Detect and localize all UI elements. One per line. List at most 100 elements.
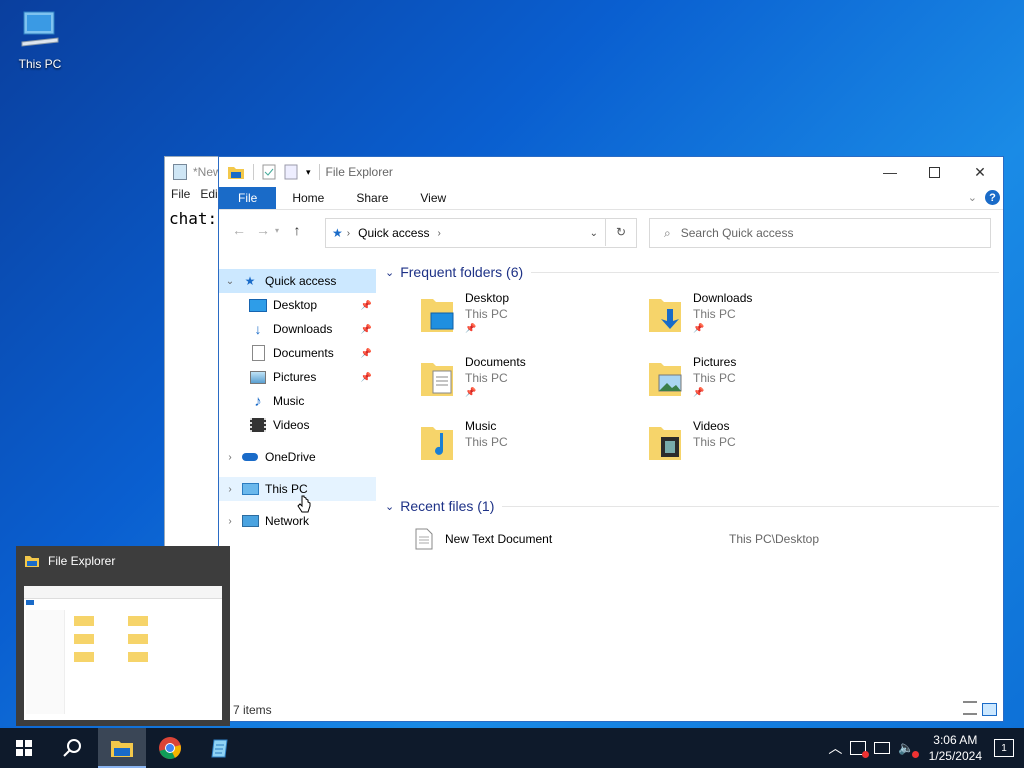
desktop-icon: [249, 297, 267, 313]
forward-button[interactable]: →: [251, 222, 275, 238]
frequent-folders-header[interactable]: ⌄ Frequent folders (6): [385, 261, 999, 283]
chevron-right-icon[interactable]: ›: [219, 484, 241, 495]
address-dropdown-icon[interactable]: ⌄: [590, 228, 598, 239]
chevron-down-icon[interactable]: ⌄: [385, 500, 394, 513]
taskbar-file-explorer[interactable]: [98, 728, 146, 768]
desktop-icon-this-pc[interactable]: This PC: [12, 8, 68, 71]
pin-icon: 📌: [693, 323, 705, 333]
folder-tile-pictures[interactable]: Pictures This PC 📌: [647, 355, 847, 415]
breadcrumb-quick-access[interactable]: Quick access: [358, 226, 429, 240]
file-explorer-window[interactable]: ▾ File Explorer — ✕ File Home Share View…: [218, 156, 1004, 722]
recent-file-row[interactable]: New Text Document This PC\Desktop: [415, 527, 995, 551]
content-pane: ⌄ Frequent folders (6) Desktop This PC 📌 D…: [385, 261, 999, 691]
folder-location: This PC: [465, 435, 508, 449]
tab-view[interactable]: View: [404, 187, 462, 209]
pin-icon[interactable]: 📌: [361, 372, 372, 383]
document-icon: [249, 345, 267, 361]
chevron-down-icon[interactable]: ⌄: [219, 276, 241, 287]
back-button[interactable]: ←: [227, 222, 251, 238]
folder-tile-downloads[interactable]: Downloads This PC 📌: [647, 291, 847, 351]
taskbar-chrome[interactable]: [146, 728, 194, 768]
nav-item-documents[interactable]: Documents 📌: [219, 341, 376, 365]
nav-item-pictures[interactable]: Pictures 📌: [219, 365, 376, 389]
desktop-icon-label: This PC: [18, 57, 62, 71]
notepad-icon: [173, 164, 187, 180]
up-button[interactable]: ↑: [285, 222, 309, 238]
maximize-button[interactable]: [911, 157, 957, 187]
taskbar-notepad[interactable]: [196, 728, 244, 768]
tab-share[interactable]: Share: [340, 187, 404, 209]
recent-files-heading: Recent files (1): [400, 498, 495, 514]
security-alert-icon[interactable]: [850, 741, 870, 758]
tab-home[interactable]: Home: [276, 187, 340, 209]
explorer-titlebar[interactable]: ▾ File Explorer — ✕: [219, 157, 1003, 187]
properties-icon[interactable]: [262, 164, 276, 180]
large-icons-view-icon[interactable]: [982, 703, 997, 716]
recent-file-name: New Text Document: [445, 532, 553, 546]
nav-item-videos[interactable]: Videos: [219, 413, 376, 437]
recent-locations-icon[interactable]: ▾: [275, 226, 279, 235]
details-view-icon[interactable]: [963, 701, 977, 715]
search-icon: [63, 739, 81, 757]
folder-location: This PC: [693, 371, 736, 385]
volume-muted-icon[interactable]: 🔈: [898, 740, 919, 758]
nav-quick-access[interactable]: ⌄ ★ Quick access: [219, 269, 376, 293]
nav-label: Downloads: [273, 322, 333, 336]
chevron-down-icon[interactable]: ⌄: [385, 266, 394, 279]
qat-dropdown-icon[interactable]: ▾: [306, 167, 311, 178]
new-folder-icon[interactable]: [284, 164, 298, 180]
folder-tile-desktop[interactable]: Desktop This PC 📌: [419, 291, 619, 351]
taskbar-preview-card[interactable]: File Explorer: [16, 546, 230, 726]
search-button[interactable]: [48, 728, 96, 768]
folder-location: This PC: [693, 435, 736, 449]
text-file-icon: [415, 528, 433, 550]
notepad-menu-file[interactable]: File: [171, 187, 190, 207]
music-folder-icon: [421, 427, 453, 460]
status-bar-item-count: 7 items: [233, 703, 272, 717]
search-input[interactable]: Search Quick access: [681, 226, 794, 240]
chrome-icon: [159, 737, 181, 759]
folder-tile-documents[interactable]: Documents This PC 📌: [419, 355, 619, 415]
folder-tile-videos[interactable]: Videos This PC: [647, 419, 847, 479]
recent-files-header[interactable]: ⌄ Recent files (1): [385, 495, 999, 517]
file-explorer-icon: [111, 741, 133, 757]
file-explorer-icon: [25, 556, 39, 567]
breadcrumb-chevron-icon[interactable]: ›: [437, 228, 440, 239]
start-button[interactable]: [0, 728, 48, 768]
tab-file[interactable]: File: [219, 187, 277, 209]
folder-tile-music[interactable]: Music This PC: [419, 419, 619, 479]
network-icon[interactable]: [874, 742, 891, 754]
minimize-icon: —: [883, 164, 897, 180]
cloud-icon: [241, 449, 259, 465]
pin-icon: 📌: [465, 323, 477, 333]
chevron-right-icon[interactable]: ›: [219, 516, 241, 527]
folder-location: This PC: [465, 371, 508, 385]
chevron-right-icon[interactable]: ›: [219, 452, 241, 463]
expand-ribbon-icon[interactable]: ⌄: [968, 191, 977, 204]
address-bar[interactable]: ★ › Quick access › ⌄: [325, 218, 637, 248]
notepad-menu-edit[interactable]: Edi: [200, 187, 217, 207]
system-tray: ︿ 🔈 3:06 AM 1/25/2024 1: [828, 728, 1024, 768]
refresh-button[interactable]: ↻: [605, 218, 636, 246]
clock-time: 3:06 AM: [933, 733, 978, 747]
refresh-icon: ↻: [615, 225, 627, 239]
help-icon[interactable]: ?: [985, 190, 1000, 205]
nav-label: OneDrive: [265, 450, 316, 464]
star-icon: ★: [244, 274, 256, 288]
nav-item-downloads[interactable]: ↓ Downloads 📌: [219, 317, 376, 341]
nav-onedrive[interactable]: › OneDrive: [219, 445, 376, 469]
nav-item-music[interactable]: ♪ Music: [219, 389, 376, 413]
navigation-pane: ⌄ ★ Quick access Desktop 📌 ↓ Downloads 📌…: [219, 269, 376, 689]
minimize-button[interactable]: —: [867, 157, 913, 187]
search-box[interactable]: ⌕ Search Quick access: [649, 218, 991, 248]
taskbar: ︿ 🔈 3:06 AM 1/25/2024 1: [0, 728, 1024, 768]
show-hidden-icons-icon[interactable]: ︿: [828, 738, 842, 758]
pin-icon[interactable]: 📌: [361, 300, 372, 311]
pin-icon[interactable]: 📌: [361, 324, 372, 335]
window-thumbnail[interactable]: [24, 586, 222, 720]
notification-center-button[interactable]: 1: [994, 739, 1014, 757]
pin-icon[interactable]: 📌: [361, 348, 372, 359]
nav-item-desktop[interactable]: Desktop 📌: [219, 293, 376, 317]
close-button[interactable]: ✕: [957, 157, 1003, 187]
clock[interactable]: 3:06 AM 1/25/2024: [929, 732, 982, 764]
